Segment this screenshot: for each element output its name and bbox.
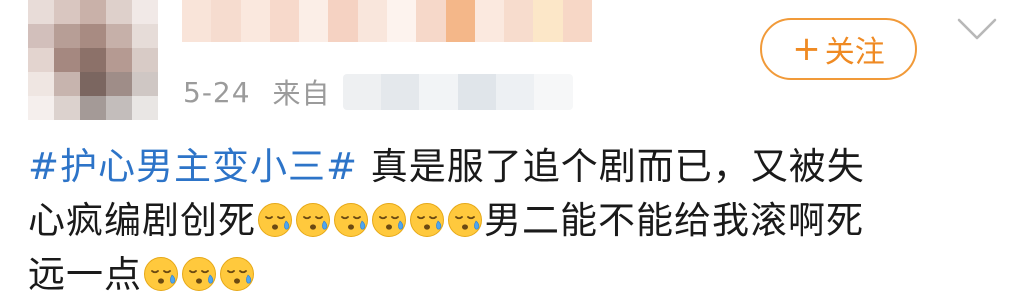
sweat-face-emoji [257,199,293,237]
post-text: #护心男主变小三# 真是服了追个剧而已，又被失 心疯编剧创死 男二能不能给我滚啊死… [28,140,1008,302]
post-text-line2-start: 心疯编剧创死 [28,199,256,242]
hashtag-link[interactable]: #护心男主变小三# [28,145,358,188]
sweat-face-emoji [295,199,331,237]
sweat-face-emoji [447,199,483,237]
sweat-face-emoji [143,253,179,291]
post-text-line3: 远一点 [28,253,142,296]
follow-label: 关注 [824,35,885,70]
source-blurred [342,74,573,110]
post-date: 5-24 [183,75,251,109]
username-blurred[interactable] [182,0,592,42]
plus-icon: + [792,29,821,69]
sweat-face-emoji [409,199,445,237]
sweat-face-emoji [219,253,255,291]
sweat-face-emoji [371,199,407,237]
emoji-row-line3 [142,253,256,296]
source-label: 来自 [272,77,331,110]
sweat-face-emoji [181,253,217,291]
sweat-face-emoji [333,199,369,237]
post-text-line2-end: 男二能不能给我滚啊死 [484,199,864,242]
avatar[interactable] [28,0,158,120]
post-meta: 5-24 来自 [183,72,573,112]
post-text-line1: 真是服了追个剧而已，又被失 [370,145,865,188]
chevron-down-icon[interactable] [955,14,999,44]
emoji-row-line2 [256,199,484,242]
follow-button[interactable]: + 关注 [760,18,917,80]
